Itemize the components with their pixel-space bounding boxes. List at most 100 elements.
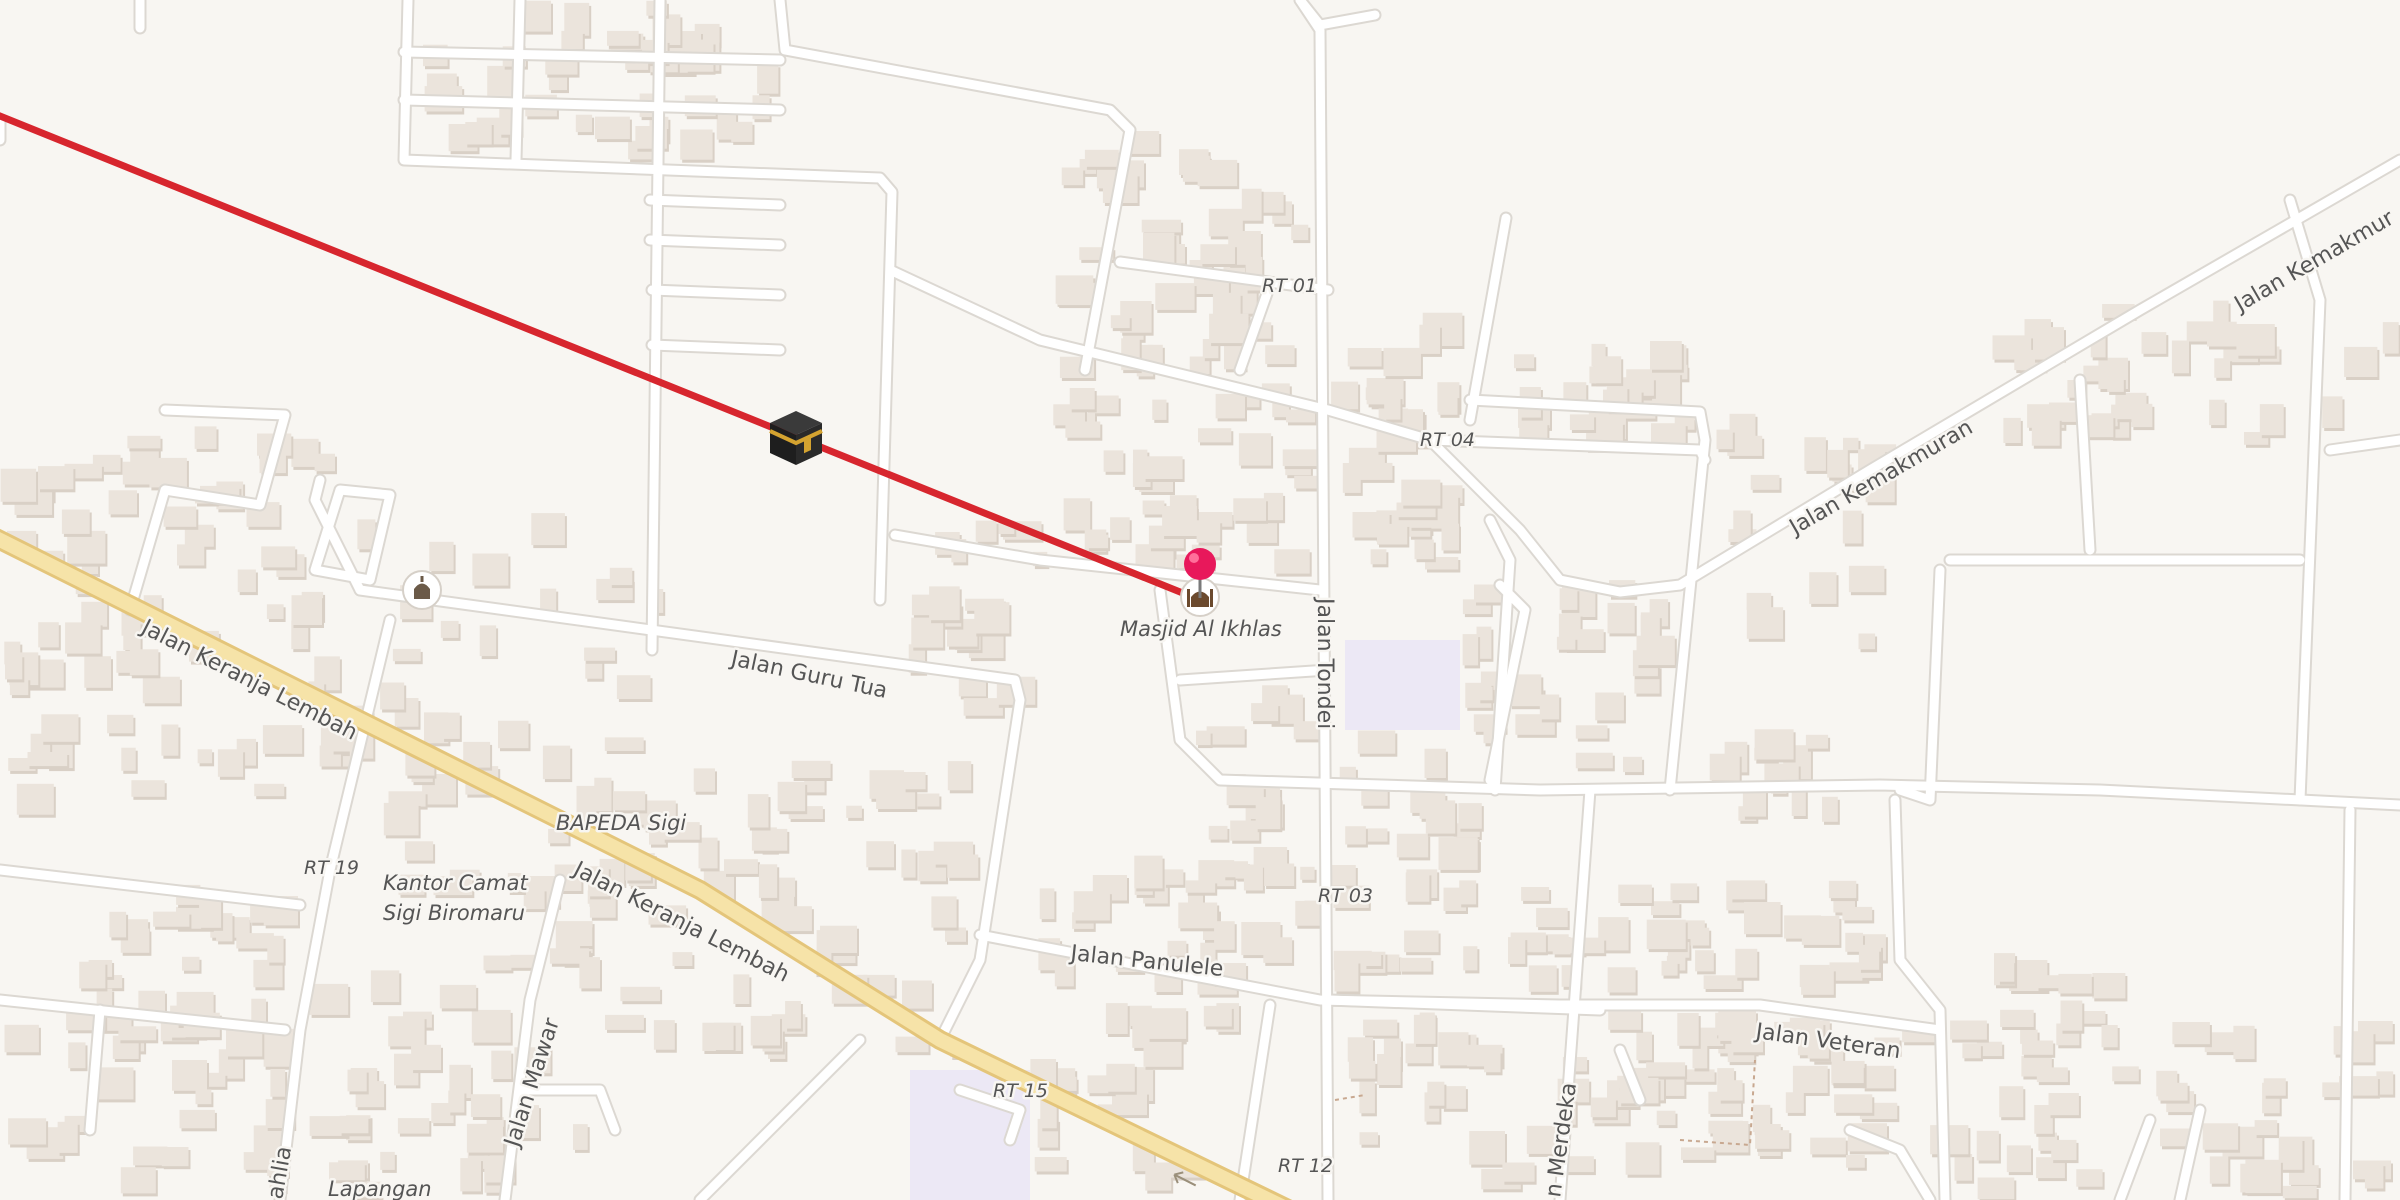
building	[1147, 1008, 1187, 1039]
building	[1478, 686, 1493, 701]
building	[1105, 1003, 1128, 1034]
building	[172, 1060, 207, 1091]
mosque-label: Masjid Al Ikhlas	[1120, 617, 1282, 641]
place-of-worship-icon[interactable]	[402, 570, 442, 610]
building	[1377, 1054, 1401, 1085]
building	[429, 541, 454, 572]
building	[380, 1151, 395, 1170]
building	[2003, 417, 2021, 443]
building	[109, 911, 127, 938]
place-label: RT 15	[993, 1080, 1048, 1102]
building	[131, 780, 165, 797]
building	[607, 30, 639, 46]
building	[440, 620, 459, 638]
building	[479, 625, 497, 657]
building	[2259, 404, 2284, 436]
building	[470, 1094, 501, 1117]
building	[1977, 1177, 2015, 1200]
building	[1976, 1130, 1999, 1161]
road-segment[interactable]	[647, 285, 785, 300]
building	[1590, 1097, 1616, 1118]
building	[1330, 865, 1356, 886]
building	[79, 961, 106, 989]
building	[270, 1069, 286, 1097]
building	[1200, 244, 1235, 264]
building	[620, 986, 661, 1002]
building	[1746, 607, 1784, 639]
building	[2131, 403, 2153, 428]
building	[1636, 635, 1675, 666]
building	[2036, 1067, 2068, 1083]
road-segment[interactable]	[645, 235, 785, 250]
building	[605, 1014, 644, 1030]
road-segment[interactable]	[647, 340, 785, 355]
building	[120, 1167, 156, 1194]
building	[531, 513, 565, 546]
building	[579, 957, 600, 989]
building	[1652, 372, 1681, 406]
building	[1342, 463, 1361, 493]
building	[1294, 475, 1320, 489]
building	[1405, 872, 1430, 902]
building	[2171, 340, 2189, 374]
building	[2245, 1159, 2281, 1194]
building	[1502, 1162, 1535, 1182]
road-segment[interactable]	[645, 195, 785, 210]
building	[595, 116, 630, 140]
building	[263, 1048, 293, 1067]
building	[1575, 752, 1613, 769]
building	[129, 649, 159, 676]
building	[118, 1026, 157, 1041]
building	[2263, 1078, 2286, 1096]
building	[2233, 1025, 2255, 1060]
road-segment[interactable]	[2340, 805, 2355, 1200]
building	[1212, 292, 1241, 316]
building	[194, 426, 217, 449]
building	[1843, 437, 1859, 451]
building	[1334, 960, 1359, 992]
place-label: RT 03	[1318, 885, 1373, 907]
building	[1607, 967, 1636, 993]
building	[1196, 730, 1211, 746]
building	[1061, 167, 1084, 186]
poi-label: Lapangan	[328, 1177, 432, 1200]
building	[1265, 345, 1295, 365]
building	[2344, 346, 2378, 377]
building	[1862, 1065, 1895, 1089]
building	[2141, 332, 2167, 354]
road-segment[interactable]	[511, 0, 525, 165]
building	[1230, 820, 1260, 841]
building	[65, 622, 101, 654]
building	[2236, 324, 2275, 356]
building	[1142, 500, 1165, 515]
building	[1106, 1063, 1135, 1092]
building	[1347, 348, 1382, 367]
building	[1162, 506, 1197, 536]
building	[2101, 1025, 2118, 1048]
building	[584, 647, 616, 661]
building	[1413, 1014, 1436, 1044]
building	[1185, 880, 1216, 893]
building	[777, 781, 806, 812]
building	[1145, 1162, 1172, 1191]
building	[1069, 388, 1095, 410]
building	[153, 911, 190, 927]
building	[2158, 1082, 2188, 1101]
building	[2202, 1123, 2239, 1150]
building	[465, 122, 492, 145]
building	[1791, 789, 1806, 816]
building	[84, 656, 111, 688]
building	[724, 859, 758, 874]
building	[846, 805, 862, 818]
building	[1300, 866, 1315, 880]
building	[1363, 1019, 1398, 1036]
map-view[interactable]: Jalan Keranja Lembah Jalan Keranja Lemba…	[0, 0, 2400, 1200]
building	[2021, 1040, 2054, 1055]
building	[1677, 1013, 1699, 1046]
building	[8, 1118, 47, 1145]
building	[4, 1024, 39, 1053]
building	[1384, 396, 1401, 420]
building	[179, 1109, 215, 1129]
building	[561, 30, 583, 50]
building	[1155, 283, 1195, 310]
